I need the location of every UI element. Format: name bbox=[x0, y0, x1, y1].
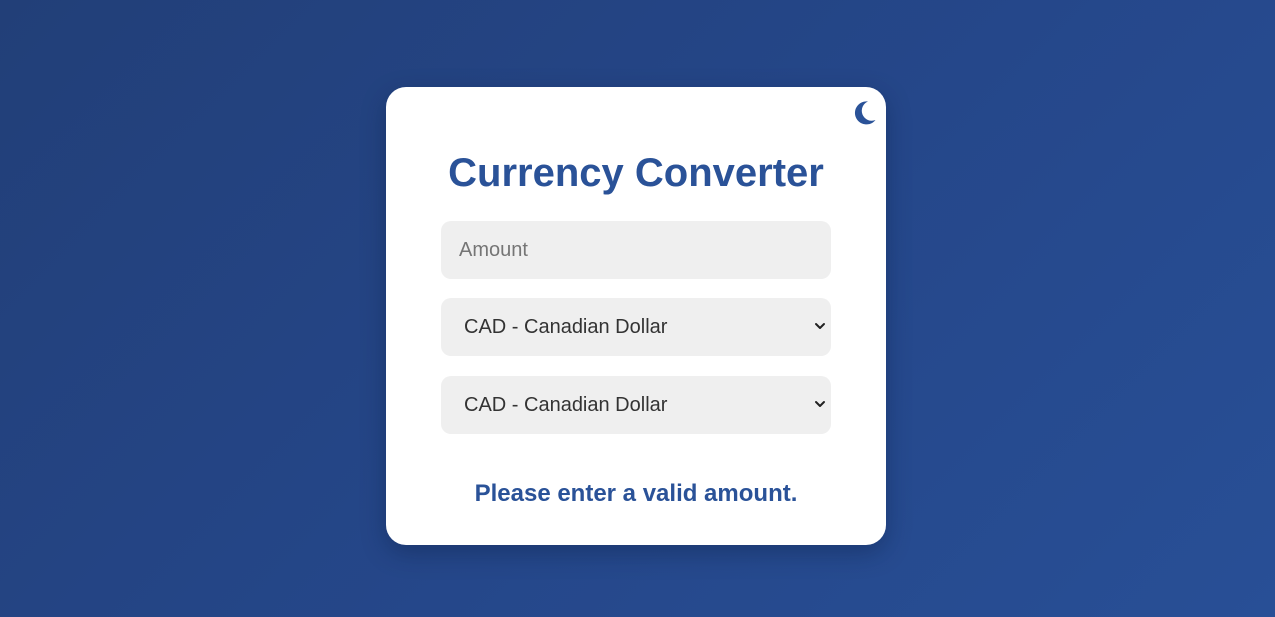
chevron-down-icon bbox=[815, 323, 825, 329]
chevron-down-icon bbox=[815, 401, 825, 407]
moon-icon bbox=[854, 101, 876, 125]
result-message: Please enter a valid amount. bbox=[474, 480, 798, 507]
page-title: Currency Converter bbox=[448, 151, 824, 195]
amount-input[interactable] bbox=[441, 221, 831, 279]
from-currency-selected-value: CAD - Canadian Dollar bbox=[464, 316, 668, 338]
converter-card: Currency Converter CAD - Canadian Dollar… bbox=[386, 87, 886, 545]
to-currency-selected-value: CAD - Canadian Dollar bbox=[464, 394, 668, 416]
from-currency-select[interactable]: CAD - Canadian Dollar bbox=[441, 298, 831, 356]
theme-toggle-button[interactable] bbox=[850, 99, 878, 127]
to-currency-select[interactable]: CAD - Canadian Dollar bbox=[441, 376, 831, 434]
